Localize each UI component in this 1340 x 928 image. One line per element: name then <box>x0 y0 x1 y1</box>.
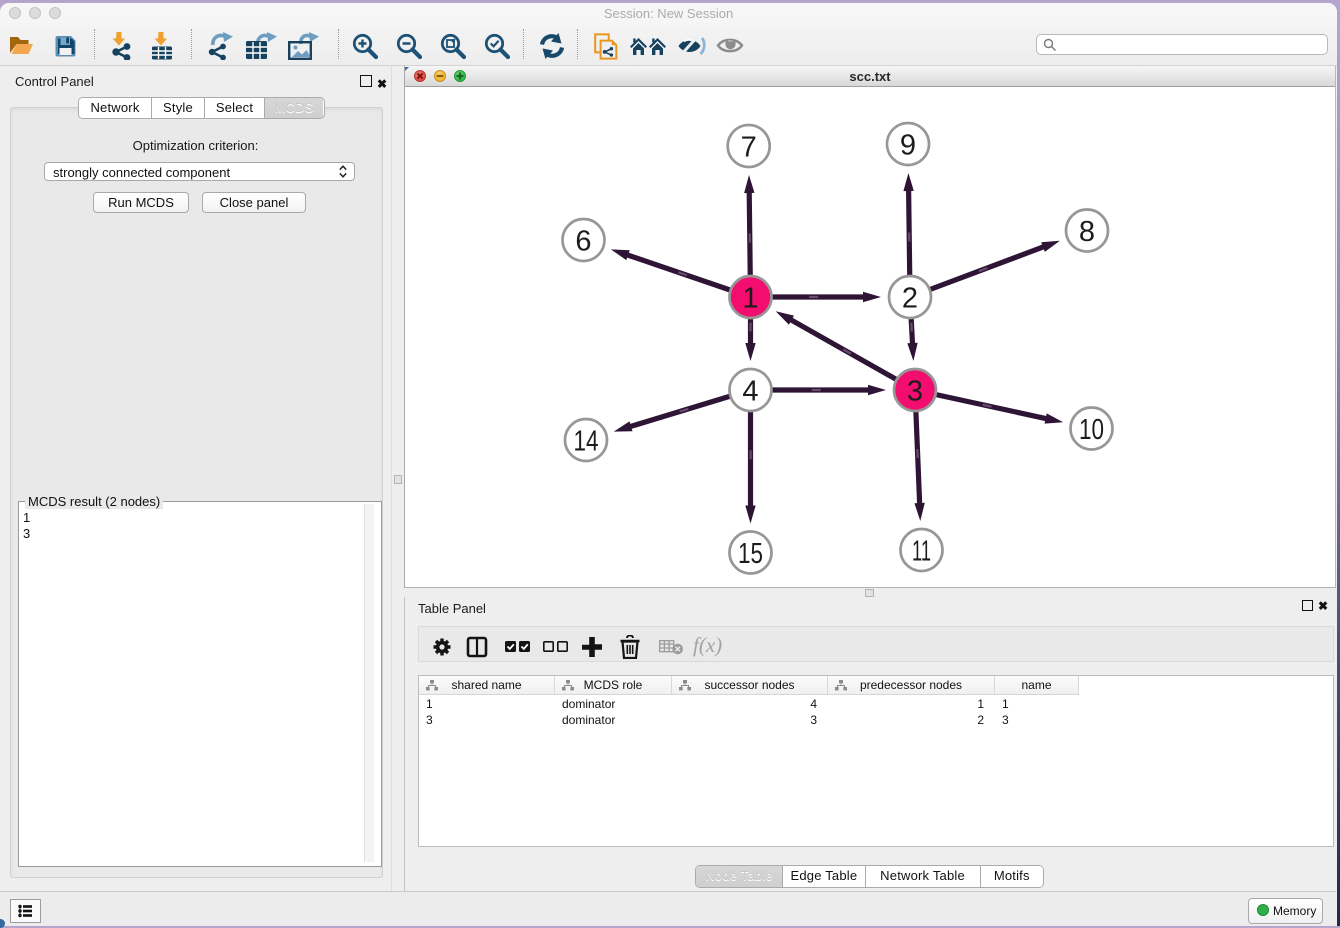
svg-text:11: 11 <box>912 535 931 567</box>
svg-text:2: 2 <box>902 282 918 314</box>
svg-text:8: 8 <box>1079 216 1095 248</box>
svg-text:7: 7 <box>741 131 757 163</box>
svg-text:6: 6 <box>575 225 591 257</box>
svg-text:1: 1 <box>742 282 758 314</box>
svg-text:14: 14 <box>574 425 599 457</box>
svg-text:10: 10 <box>1079 414 1104 446</box>
svg-text:4: 4 <box>742 375 758 407</box>
svg-text:3: 3 <box>907 375 923 407</box>
svg-text:9: 9 <box>900 129 916 161</box>
svg-text:15: 15 <box>738 538 763 570</box>
